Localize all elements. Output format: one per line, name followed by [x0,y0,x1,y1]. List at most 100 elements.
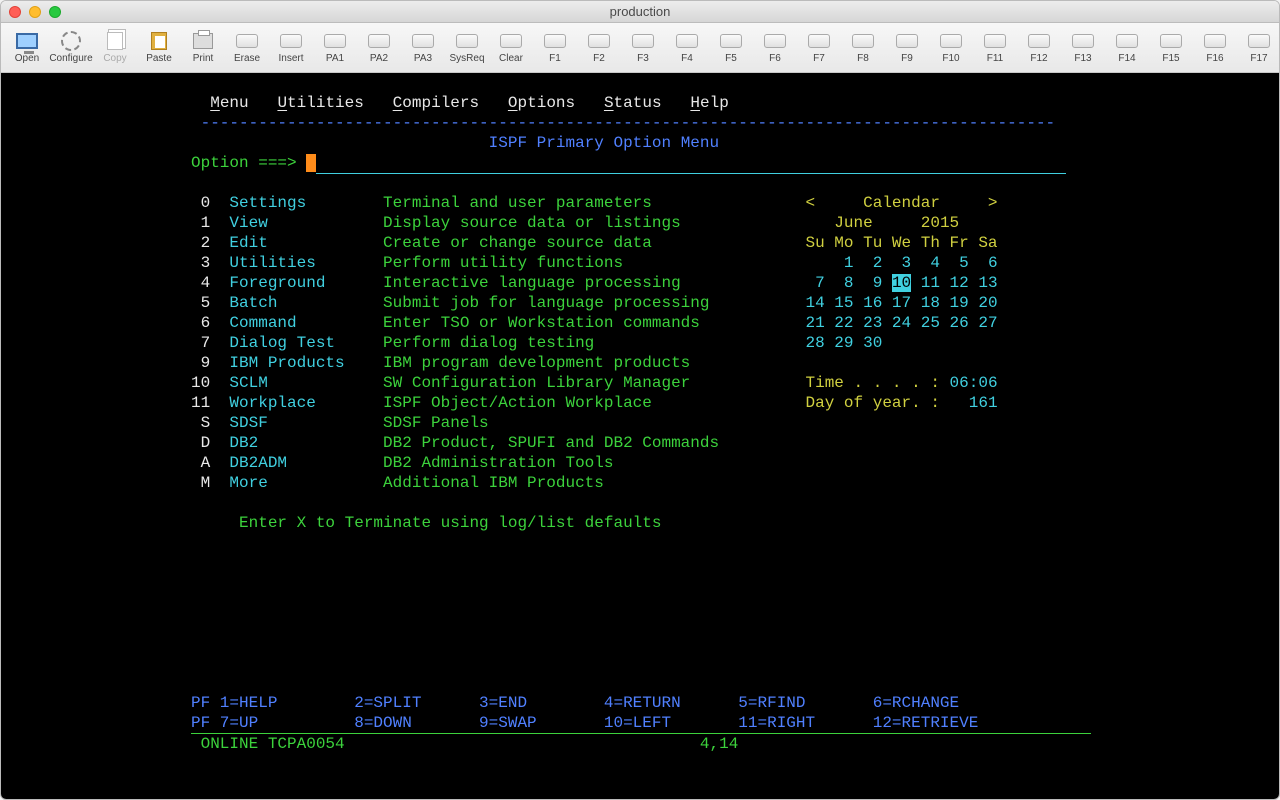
menu-menu[interactable]: M [210,94,220,112]
menu-status[interactable]: S [604,94,614,112]
toolbar-key-f3[interactable]: F3 [623,31,663,64]
menu-compilers[interactable]: C [393,94,403,112]
keycap-icon [1116,34,1138,48]
opt-name-D[interactable]: DB2 [229,434,363,452]
toolbar-key-pa3[interactable]: PA3 [403,31,443,64]
opt-name-11[interactable]: Workplace [229,394,363,412]
cal-label: Calendar [863,194,940,212]
toolbar-key-f4[interactable]: F4 [667,31,707,64]
cal-day: 1 [825,254,854,272]
toolbar-key-pa1[interactable]: PA1 [315,31,355,64]
keycap-icon [808,34,830,48]
toolbar-key-f11[interactable]: F11 [975,31,1015,64]
toolbar-key-label: F2 [593,53,605,64]
toolbar-key-erase[interactable]: Erase [227,31,267,64]
opt-name-5[interactable]: Batch [229,294,363,312]
toolbar-key-label: F7 [813,53,825,64]
keycap-icon [324,34,346,48]
toolbar-key-f10[interactable]: F10 [931,31,971,64]
toolbar-key-clear[interactable]: Clear [491,31,531,64]
cal-day: 25 [911,314,940,332]
opt-name-7[interactable]: Dialog Test [229,334,363,352]
opt-desc: IBM program development products [383,354,805,372]
opt-name-10[interactable]: SCLM [229,374,363,392]
opt-name-2[interactable]: Edit [229,234,363,252]
opt-name-A[interactable]: DB2ADM [229,454,363,472]
keycap-icon [940,34,962,48]
toolbar-key-f12[interactable]: F12 [1019,31,1059,64]
toolbar-open-button[interactable]: Open [7,31,47,64]
toolbar-key-label: F9 [901,53,913,64]
toolbar-key-f14[interactable]: F14 [1107,31,1147,64]
keycap-icon [1072,34,1094,48]
doy-value: 161 [969,394,998,412]
toolbar-key-f1[interactable]: F1 [535,31,575,64]
toolbar-key-f2[interactable]: F2 [579,31,619,64]
print-icon [193,33,213,49]
window-title: production [1,4,1279,19]
cursor[interactable] [306,154,316,172]
opt-num: 10 [191,374,229,392]
cal-next[interactable]: > [940,194,998,212]
cal-day [969,334,998,352]
opt-num: 1 [191,214,229,232]
toolbar-key-insert[interactable]: Insert [271,31,311,64]
terminal[interactable]: Menu Utilities Compilers Options Status … [1,73,1279,799]
menu-help[interactable]: H [690,94,700,112]
cal-day: 21 [806,314,825,332]
opt-num: 4 [191,274,229,292]
cal-day: 14 [806,294,825,312]
menu-utilities[interactable]: U [277,94,287,112]
opt-num: S [191,414,229,432]
toolbar-key-label: F1 [549,53,561,64]
opt-name-S[interactable]: SDSF [229,414,363,432]
opt-num: 6 [191,314,229,332]
opt-num: D [191,434,229,452]
terminate-msg: Enter X to Terminate using log/list defa… [191,514,661,532]
cal-day: 26 [940,314,969,332]
toolbar-key-f5[interactable]: F5 [711,31,751,64]
opt-name-1[interactable]: View [229,214,363,232]
toolbar-key-pa2[interactable]: PA2 [359,31,399,64]
time-value: 06:06 [950,374,998,392]
app-window: production OpenConfigureCopyPastePrintEr… [0,0,1280,800]
keycap-icon [500,34,522,48]
toolbar-key-label: F10 [942,53,959,64]
opt-desc: Enter TSO or Workstation commands [383,314,805,332]
opt-name-6[interactable]: Command [229,314,363,332]
toolbar-configure-button[interactable]: Configure [51,31,91,64]
option-input[interactable] [316,153,1066,174]
toolbar-paste-button[interactable]: Paste [139,31,179,64]
opt-name-3[interactable]: Utilities [229,254,363,272]
opt-num: 5 [191,294,229,312]
opt-desc: Perform dialog testing [383,334,805,352]
toolbar-key-label: F5 [725,53,737,64]
toolbar-print-button[interactable]: Print [183,31,223,64]
toolbar-key-f15[interactable]: F15 [1151,31,1191,64]
opt-name-M[interactable]: More [229,474,363,492]
cal-day: 23 [854,314,883,332]
toolbar-button-label: Paste [146,53,172,64]
opt-name-9[interactable]: IBM Products [229,354,363,372]
opt-name-0[interactable]: Settings [229,194,363,212]
toolbar-key-f17[interactable]: F17 [1239,31,1279,64]
toolbar-key-f7[interactable]: F7 [799,31,839,64]
opt-desc: ISPF Object/Action Workplace [383,394,805,412]
opt-desc: Display source data or listings [383,214,805,232]
cal-prev[interactable]: < [806,194,864,212]
toolbar-button-label: Print [193,53,214,64]
toolbar-key-f16[interactable]: F16 [1195,31,1235,64]
cal-day: 9 [854,274,883,292]
toolbar-key-sysreq[interactable]: SysReq [447,31,487,64]
toolbar-key-f9[interactable]: F9 [887,31,927,64]
toolbar-key-label: Clear [499,53,523,64]
keycap-icon [632,34,654,48]
toolbar-key-f6[interactable]: F6 [755,31,795,64]
toolbar-key-f13[interactable]: F13 [1063,31,1103,64]
opt-name-4[interactable]: Foreground [229,274,363,292]
menu-options[interactable]: O [508,94,518,112]
toolbar-key-label: F15 [1162,53,1179,64]
toolbar-key-f8[interactable]: F8 [843,31,883,64]
cal-day: 30 [854,334,883,352]
cal-day: 18 [911,294,940,312]
